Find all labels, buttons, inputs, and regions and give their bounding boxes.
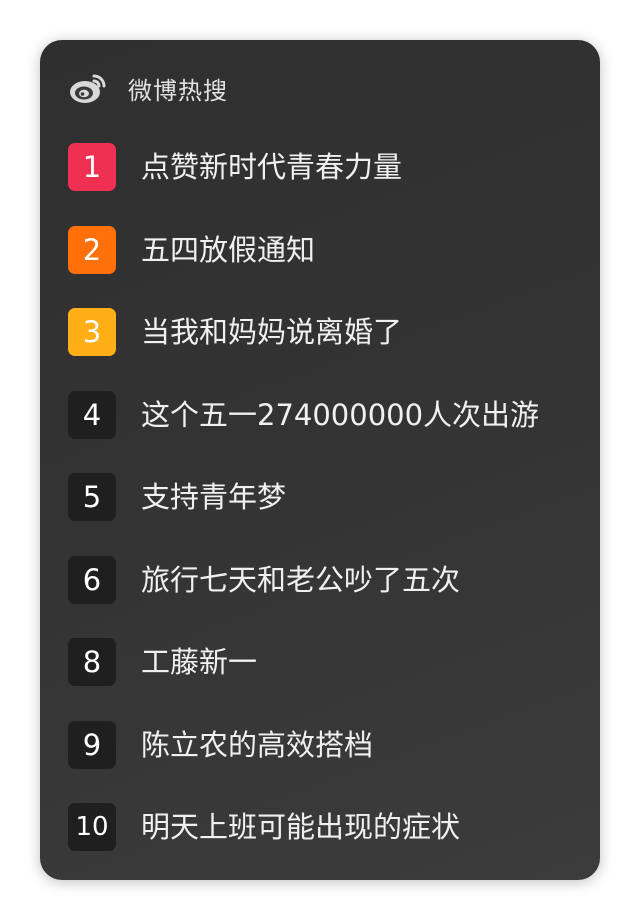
hot-search-title[interactable]: 支持青年梦 xyxy=(141,473,286,521)
weibo-hot-search-widget[interactable]: 微博热搜 1 点赞新时代青春力量 2 五四放假通知 3 当我和妈妈说离婚了 4 … xyxy=(40,40,600,880)
rank-badge: 6 xyxy=(68,555,116,604)
rank-badge: 8 xyxy=(68,638,116,686)
list-item[interactable]: 10 明天上班可能出现的症状 xyxy=(68,803,588,880)
rank-badge: 5 xyxy=(68,473,116,521)
weibo-logo-icon xyxy=(70,74,106,103)
hot-search-title[interactable]: 旅行七天和老公吵了五次 xyxy=(141,556,460,604)
list-item[interactable]: 9 陈立农的高效搭档 xyxy=(68,720,588,804)
hot-search-list: 1 点赞新时代青春力量 2 五四放假通知 3 当我和妈妈说离婚了 4 这个五一2… xyxy=(68,143,588,880)
hot-search-title[interactable]: 陈立农的高效搭档 xyxy=(141,721,373,769)
hot-search-title[interactable]: 当我和妈妈说离婚了 xyxy=(141,308,402,356)
rank-badge: 2 xyxy=(68,225,116,274)
rank-badge: 10 xyxy=(68,803,116,851)
list-item[interactable]: 2 五四放假通知 xyxy=(68,225,588,309)
list-item[interactable]: 5 支持青年梦 xyxy=(68,473,588,556)
hot-search-title[interactable]: 工藤新一 xyxy=(141,638,257,686)
list-item[interactable]: 6 旅行七天和老公吵了五次 xyxy=(68,555,588,639)
hot-search-title[interactable]: 点赞新时代青春力量 xyxy=(141,143,402,191)
hot-search-title[interactable]: 这个五一274000000人次出游 xyxy=(141,391,539,439)
hot-search-title[interactable]: 五四放假通知 xyxy=(141,226,315,274)
rank-badge: 9 xyxy=(68,720,116,769)
widget-header: 微博热搜 xyxy=(68,70,228,106)
list-item[interactable]: 4 这个五一274000000人次出游 xyxy=(68,390,588,474)
rank-badge: 1 xyxy=(68,143,116,191)
rank-badge: 4 xyxy=(68,390,116,439)
list-item[interactable]: 1 点赞新时代青春力量 xyxy=(68,143,588,226)
list-item[interactable]: 8 工藤新一 xyxy=(68,638,588,721)
widget-title: 微博热搜 xyxy=(128,76,228,105)
hot-search-title[interactable]: 明天上班可能出现的症状 xyxy=(141,803,460,851)
rank-badge: 3 xyxy=(68,308,116,356)
list-item[interactable]: 3 当我和妈妈说离婚了 xyxy=(68,308,588,391)
